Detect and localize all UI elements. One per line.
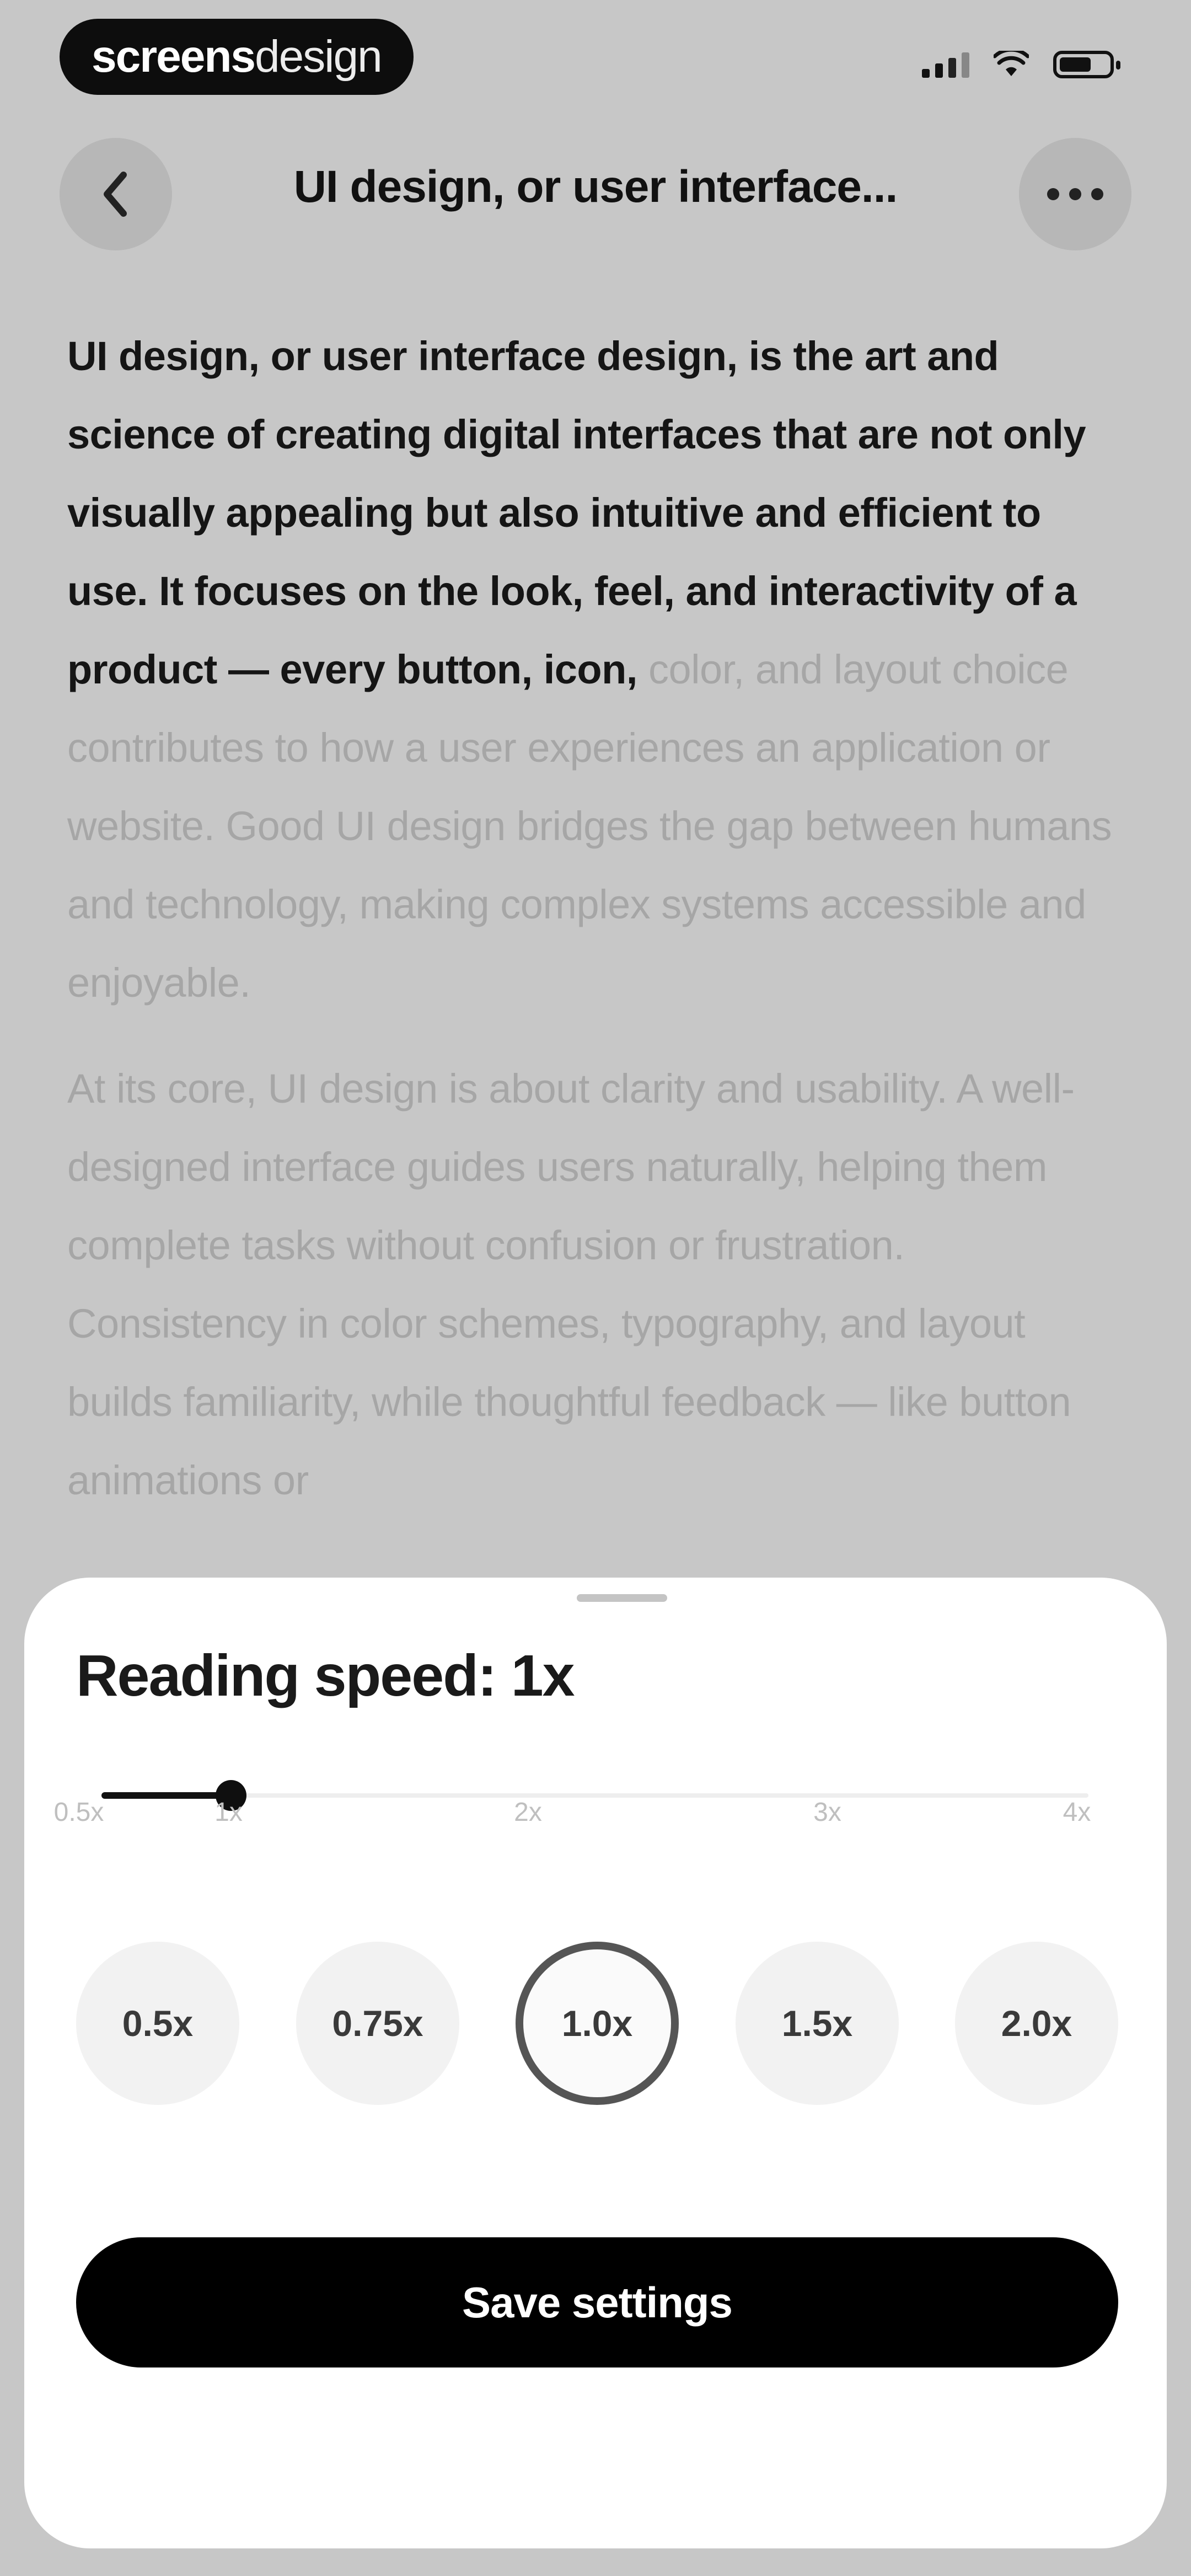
- wifi-icon: [994, 51, 1029, 76]
- slider-tick-label: 3x: [813, 1798, 841, 1827]
- reading-speed-sheet: Reading speed: 1x 0.5x 1x 2x 3x 4x 0.5x 0.75x…: [24, 1578, 1167, 2548]
- article-paragraph: UI design, or user interface design, is …: [67, 317, 1126, 1022]
- speed-options: 0.5x 0.75x 1.0x 1.5x 2.0x: [76, 1942, 1124, 2107]
- unread-text: color, and layout choice contributes to …: [67, 646, 1112, 1006]
- reader-screen: screens design UI design, or user interfa…: [0, 0, 1191, 2576]
- sheet-title: Reading speed: 1x: [76, 1643, 575, 1708]
- article-paragraph: At its core, UI design is about clarity …: [67, 1066, 1075, 1503]
- read-text: UI design, or user interface design, is …: [67, 333, 1086, 692]
- slider-tick-label: 1x: [214, 1798, 243, 1827]
- slider-tick-label: 4x: [1063, 1798, 1091, 1827]
- back-button[interactable]: [60, 138, 172, 250]
- article-body: UI design, or user interface design, is …: [67, 317, 1126, 1547]
- speed-option-1-0x[interactable]: 1.0x: [516, 1942, 679, 2105]
- battery-icon: [1053, 51, 1120, 78]
- save-settings-button[interactable]: Save settings: [76, 2237, 1118, 2367]
- speed-option-0-5x[interactable]: 0.5x: [76, 1942, 239, 2105]
- speed-option-0-75x[interactable]: 0.75x: [296, 1942, 459, 2105]
- more-options-button[interactable]: [1019, 138, 1131, 250]
- brand-name-bold: screens: [92, 31, 256, 82]
- brand-name-light: design: [255, 31, 383, 82]
- brand-badge: screens design: [60, 19, 414, 95]
- status-icons: [922, 51, 1120, 78]
- slider-tick-labels: 0.5x 1x 2x 3x 4x: [54, 1797, 1124, 1830]
- slider-tick-label: 2x: [514, 1798, 542, 1827]
- page-title: UI design, or user interface...: [293, 162, 898, 212]
- more-horizontal-icon: [1047, 188, 1103, 200]
- cellular-signal-icon: [922, 51, 969, 78]
- speed-option-2-0x[interactable]: 2.0x: [955, 1942, 1118, 2105]
- chevron-left-icon: [104, 172, 127, 217]
- slider-tick-label: 0.5x: [53, 1798, 104, 1827]
- speed-option-1-5x[interactable]: 1.5x: [736, 1942, 899, 2105]
- sheet-grabber[interactable]: [577, 1594, 667, 1602]
